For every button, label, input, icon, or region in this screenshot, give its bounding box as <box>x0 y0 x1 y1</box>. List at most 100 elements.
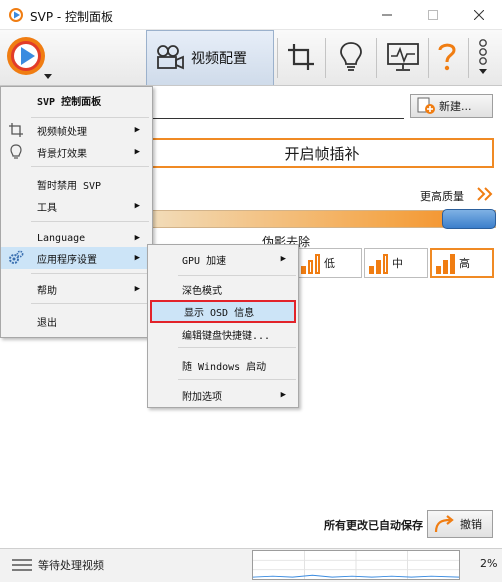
autosave-status: 所有更改已自动保存 <box>324 519 423 532</box>
menu-item-app-settings[interactable]: 应用程序设置 ▶ <box>1 247 152 269</box>
new-profile-button[interactable]: 新建... <box>410 94 493 118</box>
menu-item-label: 应用程序设置 <box>37 254 97 266</box>
submenu-item-edit-shortcuts[interactable]: 编辑键盘快捷键... <box>148 323 298 345</box>
submenu-item-additional-options[interactable]: 附加选项 ▶ <box>148 384 298 406</box>
menu-separator <box>31 273 149 274</box>
menu-separator <box>31 303 149 304</box>
svp-main-menu: SVP 控制面板 视频帧处理 ▶ 背景灯效果 ▶ 暂时禁用 SVP 工具 ▶ L… <box>0 86 153 338</box>
menu-item-exit[interactable]: 退出 <box>1 310 152 332</box>
bars-icon <box>436 252 455 274</box>
close-icon <box>474 10 484 20</box>
menu-item-label: Language <box>37 232 86 244</box>
toolbar-separator <box>325 38 326 78</box>
status-text: 等待处理视频 <box>38 559 104 572</box>
submenu-arrow-icon: ▶ <box>134 284 140 294</box>
menu-item-label: 视频帧处理 <box>37 126 87 138</box>
quality-slider-thumb[interactable] <box>442 209 496 229</box>
lightbulb-icon <box>340 42 362 71</box>
artifact-low-label: 低 <box>324 257 335 270</box>
svp-logo-menu-button[interactable] <box>4 34 54 84</box>
menu-item-tools[interactable]: 工具 ▶ <box>1 195 152 217</box>
submenu-item-show-osd[interactable]: 显示 OSD 信息 <box>150 300 296 323</box>
bars-icon <box>369 252 388 274</box>
submenu-arrow-icon: ▶ <box>134 233 140 243</box>
menu-item-label: 工具 <box>37 202 57 214</box>
submenu-item-label: 编辑键盘快捷键... <box>182 330 271 342</box>
crop-icon <box>9 123 23 137</box>
menu-separator <box>178 379 296 380</box>
menu-title-label: SVP 控制面板 <box>37 96 102 108</box>
menu-separator <box>178 347 296 348</box>
artifact-low-button[interactable]: 低 <box>296 248 362 278</box>
crop-button[interactable] <box>278 34 324 80</box>
menu-separator <box>31 166 149 167</box>
submenu-arrow-icon: ▶ <box>280 390 286 400</box>
maximize-icon <box>428 10 438 20</box>
artifact-high-button[interactable]: 高 <box>430 248 494 278</box>
submenu-item-label: 随 Windows 启动 <box>182 361 267 373</box>
svp-app-icon <box>9 8 23 22</box>
menu-item-disable-svp[interactable]: 暂时禁用 SVP <box>1 173 152 195</box>
app-settings-submenu: GPU 加速 ▶ 深色模式 显示 OSD 信息 编辑键盘快捷键... 随 Win… <box>147 244 299 408</box>
minimize-icon <box>382 14 392 16</box>
menu-separator <box>31 117 149 118</box>
tab-video-config-label: 视频配置 <box>191 51 247 67</box>
submenu-arrow-icon: ▶ <box>134 147 140 157</box>
submenu-item-label: 附加选项 <box>182 391 222 403</box>
crop-icon <box>288 44 314 70</box>
menu-item-label: 帮助 <box>37 285 57 297</box>
submenu-item-dark-mode[interactable]: 深色模式 <box>148 278 298 300</box>
help-icon <box>438 43 456 71</box>
more-button[interactable] <box>464 34 502 80</box>
submenu-item-label: 显示 OSD 信息 <box>184 308 255 319</box>
submenu-arrow-icon: ▶ <box>134 125 140 135</box>
submenu-item-gpu[interactable]: GPU 加速 ▶ <box>148 248 298 270</box>
artifact-mid-button[interactable]: 中 <box>364 248 428 278</box>
undo-arrow-icon <box>434 515 454 533</box>
monitor-graph-icon <box>387 43 419 71</box>
higher-quality-label: 更高质量 <box>420 190 464 203</box>
artifact-high-label: 高 <box>459 257 470 270</box>
menu-separator <box>178 275 296 276</box>
profile-underline <box>150 118 404 119</box>
minimize-button[interactable] <box>364 0 410 30</box>
window-title: SVP - 控制面板 <box>30 10 114 24</box>
menu-item-backlight[interactable]: 背景灯效果 ▶ <box>1 141 152 163</box>
menu-item-help[interactable]: 帮助 ▶ <box>1 278 152 300</box>
undo-button[interactable]: 撤销 <box>427 510 493 538</box>
close-button[interactable] <box>456 0 502 30</box>
undo-label: 撤销 <box>460 518 482 531</box>
cpu-usage-graph <box>252 550 460 580</box>
menu-item-language[interactable]: Language ▶ <box>1 227 152 249</box>
frame-interpolation-toggle[interactable]: 开启帧插补 <box>150 138 494 168</box>
new-profile-label: 新建... <box>439 100 472 113</box>
film-camera-icon <box>157 45 184 70</box>
new-document-icon <box>417 97 435 114</box>
bars-icon <box>301 252 320 274</box>
hamburger-icon[interactable] <box>12 559 32 571</box>
maximize-button[interactable] <box>410 0 456 30</box>
cpu-percent: 2% <box>480 557 498 570</box>
double-chevron-right-icon[interactable] <box>476 186 494 202</box>
monitor-button[interactable] <box>380 34 426 80</box>
toolbar-separator <box>376 38 377 78</box>
gears-icon <box>9 250 24 264</box>
submenu-arrow-icon: ▶ <box>280 254 286 264</box>
artifact-mid-label: 中 <box>392 257 403 270</box>
submenu-item-label: 深色模式 <box>182 285 222 297</box>
menu-item-label: 暂时禁用 SVP <box>37 180 102 192</box>
menu-title: SVP 控制面板 <box>1 89 152 111</box>
submenu-arrow-icon: ▶ <box>134 253 140 263</box>
frame-interpolation-label: 开启帧插补 <box>284 144 360 163</box>
menu-item-label: 退出 <box>37 317 57 329</box>
backlight-button[interactable] <box>328 34 374 80</box>
submenu-item-start-with-windows[interactable]: 随 Windows 启动 <box>148 354 298 376</box>
menu-item-label: 背景灯效果 <box>37 148 87 160</box>
tab-video-config[interactable]: 视频配置 <box>146 30 274 85</box>
submenu-arrow-icon: ▶ <box>134 201 140 211</box>
submenu-item-label: GPU 加速 <box>182 255 227 267</box>
lightbulb-icon <box>10 144 22 159</box>
more-icon <box>479 39 487 74</box>
menu-separator <box>31 221 149 222</box>
menu-item-video-frames[interactable]: 视频帧处理 ▶ <box>1 119 152 141</box>
